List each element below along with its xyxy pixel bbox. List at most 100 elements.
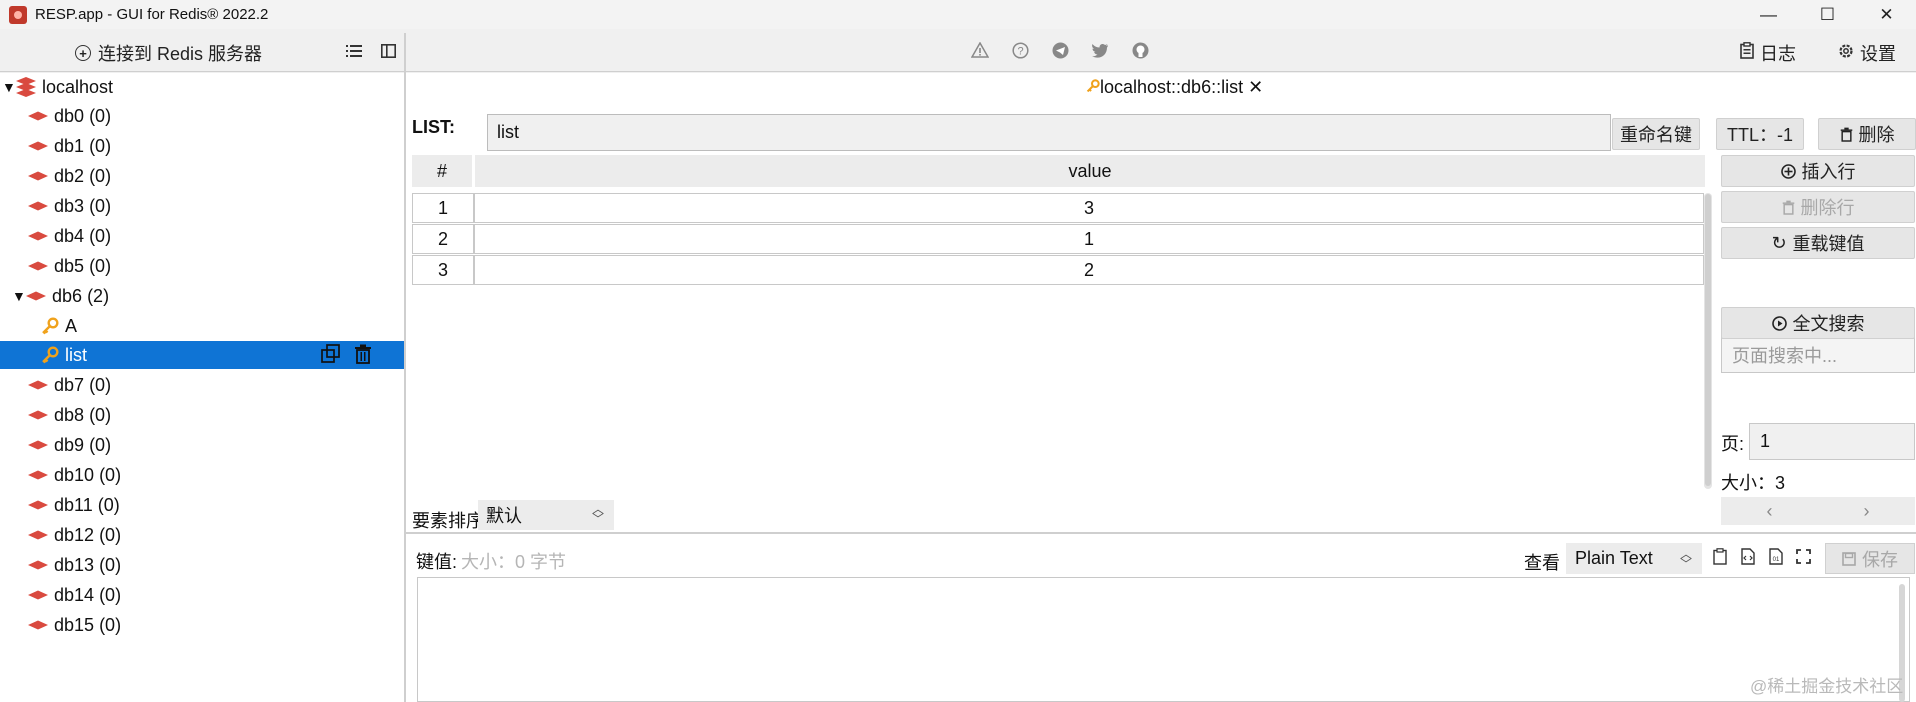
- key-row-actions: [320, 343, 374, 365]
- reload-value-button[interactable]: ↻ 重载键值: [1721, 227, 1915, 259]
- tree-item-db8[interactable]: db8 (0): [0, 401, 404, 429]
- next-page-button[interactable]: ›: [1818, 497, 1915, 525]
- tree-item-db0[interactable]: db0 (0): [0, 102, 404, 130]
- app-icon: [9, 5, 27, 24]
- settings-label: 设置: [1860, 44, 1896, 64]
- db-name: db15: [54, 614, 95, 635]
- tab-key[interactable]: localhost::db6::list ✕: [1086, 77, 1263, 98]
- tree-key-A[interactable]: A: [0, 312, 404, 340]
- help-icon[interactable]: ?: [1010, 40, 1030, 60]
- key-editor-panel: localhost::db6::list ✕ LIST: list 重命名键 T…: [406, 73, 1916, 702]
- value-text-editor[interactable]: [417, 577, 1910, 702]
- tree-item-db15[interactable]: db15 (0): [0, 611, 404, 639]
- page-search-input[interactable]: 页面搜索中...: [1721, 336, 1915, 373]
- connect-server-button[interactable]: + 连接到 Redis 服务器: [75, 40, 262, 66]
- key-icon: [41, 346, 59, 364]
- pagination: ‹ ›: [1721, 497, 1915, 525]
- full-search-label: 全文搜索: [1792, 314, 1865, 334]
- db-count: (0): [97, 494, 120, 515]
- table-cell-value[interactable]: 1: [474, 224, 1704, 254]
- toggle-sidebar-icon[interactable]: [379, 42, 397, 60]
- minimize-button[interactable]: —: [1739, 0, 1798, 29]
- db-name: db3: [54, 195, 85, 216]
- svg-text:?: ?: [1017, 45, 1023, 57]
- twitter-icon[interactable]: [1090, 40, 1110, 60]
- key-name-field[interactable]: list: [487, 114, 1611, 151]
- tree-server-localhost[interactable]: ▼ localhost: [0, 73, 404, 101]
- db-name: db8: [54, 404, 85, 425]
- db-count: (0): [89, 105, 112, 126]
- table-cell-index[interactable]: 3: [412, 255, 474, 285]
- expanded-arrow-icon[interactable]: ▼: [2, 79, 16, 95]
- ttl-button[interactable]: TTL：-1: [1716, 118, 1804, 150]
- tree-item-db6[interactable]: ▼ db6 (2): [0, 282, 404, 310]
- tree-item-db1[interactable]: db1 (0): [0, 132, 404, 160]
- github-icon[interactable]: [1130, 40, 1150, 60]
- view-mode-select[interactable]: Plain Text ︿ ﹀: [1566, 543, 1702, 574]
- toolbar-divider: [0, 71, 1916, 72]
- table-cell-index[interactable]: 2: [412, 224, 474, 254]
- code-file-icon[interactable]: [1738, 545, 1757, 568]
- tree-item-db12[interactable]: db12 (0): [0, 521, 404, 549]
- insert-row-button[interactable]: 插入行: [1721, 155, 1915, 187]
- maximize-button[interactable]: ☐: [1798, 0, 1857, 29]
- close-button[interactable]: ✕: [1857, 0, 1916, 29]
- key-name: A: [65, 315, 78, 336]
- sort-value: 默认: [486, 506, 522, 526]
- expanded-arrow-icon[interactable]: ▼: [12, 288, 26, 304]
- panel-splitter[interactable]: [406, 532, 1916, 534]
- tree-item-db5[interactable]: db5 (0): [0, 252, 404, 280]
- table-cell-value[interactable]: 2: [474, 255, 1704, 285]
- plus-circle-icon: +: [75, 45, 91, 61]
- db-count: (0): [99, 584, 122, 605]
- db-count: (0): [89, 225, 112, 246]
- copy-icon[interactable]: [320, 343, 342, 365]
- key-name: list: [65, 344, 87, 365]
- tree-item-db2[interactable]: db2 (0): [0, 162, 404, 190]
- tree-item-db13[interactable]: db13 (0): [0, 551, 404, 579]
- table-scrollbar[interactable]: [1704, 193, 1712, 489]
- tree-item-db3[interactable]: db3 (0): [0, 192, 404, 220]
- log-button[interactable]: 日志: [1740, 40, 1796, 66]
- tree-key-list[interactable]: list: [0, 341, 404, 369]
- save-button[interactable]: 保存: [1825, 543, 1915, 574]
- full-search-button[interactable]: 全文搜索: [1721, 307, 1915, 339]
- save-label: 保存: [1862, 549, 1898, 570]
- value-tools: 01: [1710, 545, 1813, 568]
- tree-item-db9[interactable]: db9 (0): [0, 431, 404, 459]
- table-cell-value[interactable]: 3: [474, 193, 1704, 223]
- copy-clipboard-icon[interactable]: [1710, 545, 1729, 568]
- database-icon: [28, 380, 48, 390]
- table-header-index[interactable]: #: [412, 155, 472, 187]
- trash-icon[interactable]: [352, 343, 374, 365]
- tree-item-db7[interactable]: db7 (0): [0, 371, 404, 399]
- settings-button[interactable]: 设置: [1838, 40, 1896, 66]
- updown-chevron-icon: ︿ ﹀: [1679, 547, 1692, 571]
- fullscreen-icon[interactable]: [1794, 545, 1813, 568]
- tree-item-db11[interactable]: db11 (0): [0, 491, 404, 519]
- table-cell-index[interactable]: 1: [412, 193, 474, 223]
- delete-row-button[interactable]: 删除行: [1721, 191, 1915, 223]
- tree-item-db4[interactable]: db4 (0): [0, 222, 404, 250]
- list-view-icon[interactable]: [345, 42, 363, 60]
- telegram-icon[interactable]: [1050, 40, 1070, 60]
- db-name: db5: [54, 255, 85, 276]
- binary-file-icon[interactable]: 01: [1766, 545, 1785, 568]
- rename-key-button[interactable]: 重命名键: [1612, 118, 1700, 150]
- db-count: (0): [89, 165, 112, 186]
- gear-icon: [1838, 43, 1854, 64]
- delete-key-button[interactable]: 删除: [1818, 118, 1916, 150]
- svg-text:01: 01: [1772, 557, 1779, 563]
- prev-page-button[interactable]: ‹: [1721, 497, 1818, 525]
- close-tab-icon[interactable]: ✕: [1248, 77, 1263, 98]
- page-label: 页:: [1721, 434, 1745, 454]
- page-number-input[interactable]: 1: [1749, 423, 1915, 460]
- warning-icon[interactable]: [970, 40, 990, 60]
- sort-select[interactable]: 默认 ︿ ﹀: [478, 500, 614, 530]
- delete-key-label: 删除: [1858, 125, 1895, 145]
- trash-icon: [1840, 127, 1853, 142]
- tree-item-db14[interactable]: db14 (0): [0, 581, 404, 609]
- key-icon: [1086, 78, 1100, 97]
- tree-item-db10[interactable]: db10 (0): [0, 461, 404, 489]
- table-header-value[interactable]: value: [475, 155, 1705, 187]
